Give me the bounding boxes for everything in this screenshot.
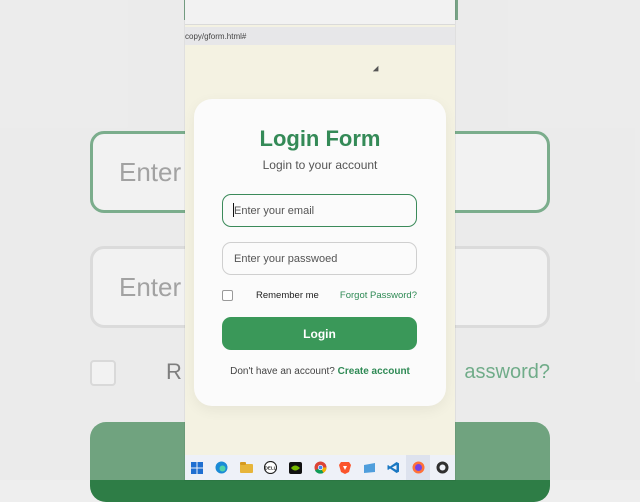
svg-text:DELL: DELL (265, 465, 277, 470)
remember-row: Remember me Forgot Password? (222, 289, 417, 303)
browser-tab-strip (185, 0, 455, 25)
create-account-link[interactable]: Create account (338, 366, 410, 377)
mouse-cursor-icon (372, 65, 382, 75)
firefox-icon[interactable] (405, 455, 431, 480)
signup-row: Don't have an account? Create account (194, 366, 446, 377)
page-subtitle: Login to your account (262, 158, 378, 172)
address-bar[interactable]: copy/gform.html# (185, 27, 455, 45)
taskbar: DELL (185, 455, 455, 480)
windows-start-icon[interactable] (185, 455, 210, 480)
text-caret (233, 203, 234, 217)
remember-label: Remember me (256, 290, 319, 301)
signup-prompt: Don't have an account? (230, 366, 335, 377)
vscode-icon[interactable] (381, 455, 406, 480)
page-title: Login Form (259, 126, 381, 151)
browser-window: copy/gform.html# Login Form Login to you… (185, 0, 455, 480)
login-button[interactable]: Login (222, 317, 417, 350)
email-input[interactable] (222, 194, 417, 227)
file-explorer-icon[interactable] (234, 455, 259, 480)
edge-icon[interactable] (210, 455, 235, 480)
chrome-icon[interactable] (308, 455, 333, 480)
obs-icon[interactable] (430, 455, 455, 480)
address-url: copy/gform.html# (185, 31, 247, 41)
app-icon[interactable] (357, 455, 382, 480)
forgot-password-link[interactable]: Forgot Password? (340, 290, 417, 301)
nvidia-icon[interactable] (283, 455, 308, 480)
remember-checkbox[interactable] (222, 290, 233, 301)
login-card: Login Form Login to your account Remembe… (194, 99, 446, 406)
brave-icon[interactable] (332, 455, 357, 480)
password-input[interactable] (222, 242, 417, 275)
dell-icon[interactable]: DELL (259, 455, 284, 480)
